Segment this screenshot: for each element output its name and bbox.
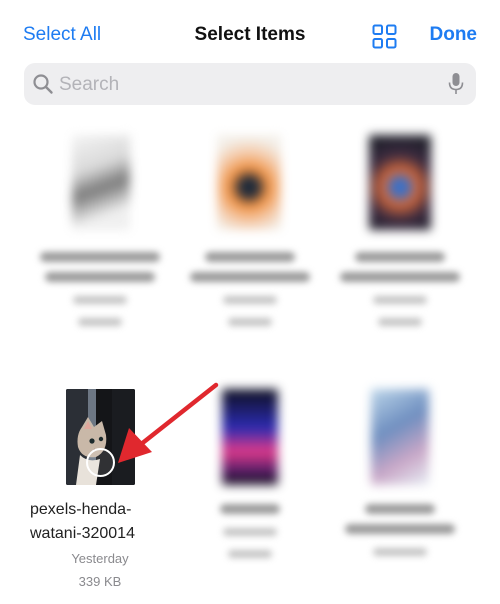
grid-view-icon[interactable] bbox=[372, 24, 397, 49]
file-name-line2: watani-320014 bbox=[30, 525, 135, 542]
file-thumbnail-blurred[interactable] bbox=[369, 135, 431, 230]
navigation-bar: Select All Select Items Done bbox=[0, 0, 500, 60]
file-date: Yesterday bbox=[71, 551, 129, 566]
file-thumbnail-blurred[interactable] bbox=[222, 389, 278, 485]
file-thumbnail-blurred[interactable] bbox=[371, 389, 429, 485]
file-label-blurred bbox=[180, 248, 320, 326]
file-thumbnail-blurred[interactable] bbox=[217, 135, 281, 230]
page-title: Select Items bbox=[0, 24, 500, 46]
done-button[interactable]: Done bbox=[430, 24, 478, 46]
file-label-blurred bbox=[180, 500, 320, 560]
file-name-line1: pexels-henda- bbox=[30, 501, 132, 518]
file-label-blurred bbox=[330, 500, 470, 560]
magnifying-glass-icon bbox=[32, 73, 54, 95]
file-label-blurred bbox=[30, 248, 170, 326]
page-title-text: Select Items bbox=[194, 24, 306, 45]
microphone-icon[interactable] bbox=[448, 72, 464, 96]
selection-circle[interactable] bbox=[86, 448, 115, 477]
file-size: 339 KB bbox=[78, 574, 122, 589]
file-label-blurred bbox=[330, 248, 470, 326]
search-field[interactable]: Search bbox=[24, 63, 476, 105]
search-placeholder: Search bbox=[59, 74, 120, 95]
file-thumbnail-blurred[interactable] bbox=[72, 135, 130, 230]
